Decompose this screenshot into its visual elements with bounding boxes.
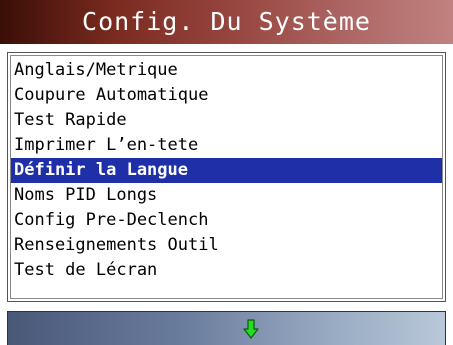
menu-item-anglais-metrique[interactable]: Anglais/Metrique	[11, 58, 442, 83]
menu-item-definir-la-langue[interactable]: Définir la Langue	[11, 158, 442, 183]
down-arrow-icon[interactable]	[243, 319, 259, 339]
menu-item-coupure-automatique[interactable]: Coupure Automatique	[11, 83, 442, 108]
menu-item-test-rapide[interactable]: Test Rapide	[11, 108, 442, 133]
menu-item-config-pre-declench[interactable]: Config Pre-Declench	[11, 208, 442, 233]
menu-item-renseignements-outil[interactable]: Renseignements Outil	[11, 233, 442, 258]
menu-panel: Anglais/Metrique Coupure Automatique Tes…	[7, 52, 446, 302]
menu-list: Anglais/Metrique Coupure Automatique Tes…	[11, 58, 442, 283]
navigation-bar	[7, 311, 446, 345]
screen-title: Config. Du Système	[0, 0, 453, 44]
menu-item-noms-pid-longs[interactable]: Noms PID Longs	[11, 183, 442, 208]
menu-item-imprimer-en-tete[interactable]: Imprimer L’en-tete	[11, 133, 442, 158]
menu-item-test-de-lecran[interactable]: Test de Lécran	[11, 258, 442, 283]
